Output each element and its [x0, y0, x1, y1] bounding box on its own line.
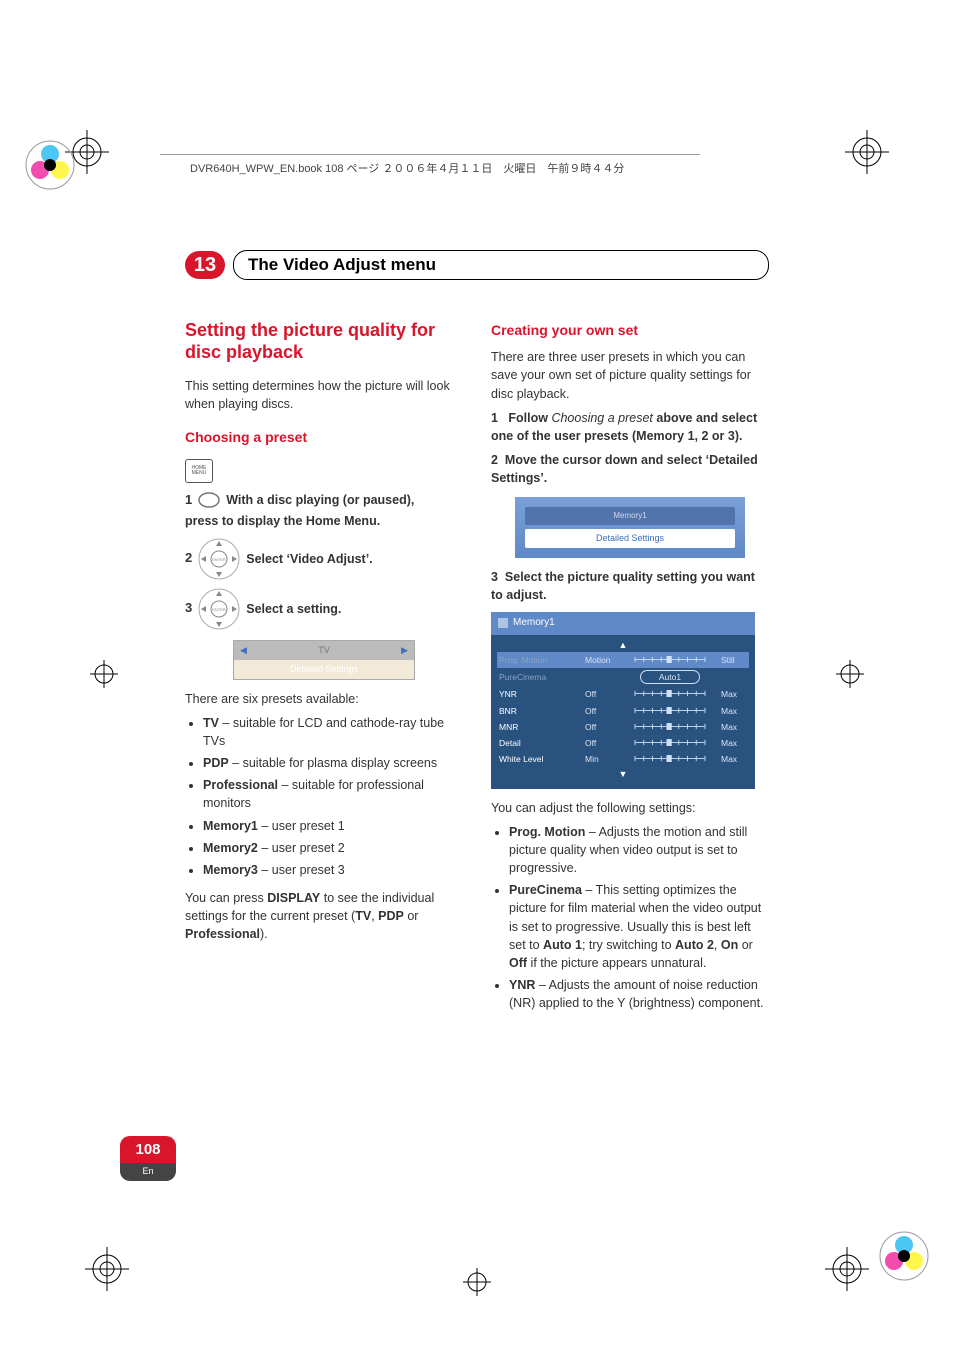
nav-enter-icon: ENTER — [198, 588, 240, 630]
list-item: YNR – Adjusts the amount of noise reduct… — [509, 976, 769, 1012]
registration-mark — [90, 660, 118, 688]
list-item: TV – suitable for LCD and cathode-ray tu… — [203, 714, 463, 750]
list-item: Memory1 – user preset 1 — [203, 817, 463, 835]
left-column: Setting the picture quality for disc pla… — [185, 320, 463, 1022]
registration-mark — [463, 1268, 491, 1296]
table-row: DetailOffMax — [497, 735, 749, 751]
ui-menu-item: Detailed Settings — [525, 529, 735, 548]
ui-menu-item: Detailed Settings — [234, 660, 414, 679]
nav-enter-icon: ENTER — [198, 538, 240, 580]
list-item: Prog. Motion – Adjusts the motion and st… — [509, 823, 769, 877]
body-text: You can press DISPLAY to see the individ… — [185, 889, 463, 943]
registration-mark — [85, 1247, 129, 1291]
step-number: 2 — [185, 549, 192, 568]
left-arrow-icon: ◀ — [234, 644, 253, 657]
step-text: Select ‘Video Adjust’. — [246, 550, 372, 568]
ui-detailed-settings: Memory1 ▲ Prog. MotionMotionStillPureCin… — [491, 612, 755, 789]
body-text: This setting determines how the picture … — [185, 377, 463, 413]
step-text: 1 Follow Choosing a preset above and sel… — [491, 409, 769, 445]
ui-title: Memory1 — [513, 616, 555, 631]
page-lang: En — [120, 1163, 176, 1181]
table-row: Prog. MotionMotionStill — [497, 652, 749, 668]
table-row: PureCinemaAuto1 — [497, 668, 749, 686]
up-arrow-icon: ▲ — [497, 639, 749, 652]
list-item: Memory2 – user preset 2 — [203, 839, 463, 857]
page-number-badge: 108 En — [120, 1136, 176, 1181]
print-header-text: DVR640H_WPW_EN.book 108 ページ ２００６年４月１１日 火… — [190, 163, 624, 175]
settings-icon — [497, 617, 509, 629]
registration-mark — [836, 660, 864, 688]
right-column: Creating your own set There are three us… — [491, 320, 769, 1022]
down-arrow-icon: ▼ — [497, 768, 749, 781]
svg-text:ENTER: ENTER — [212, 607, 226, 612]
page-number: 108 — [120, 1136, 176, 1163]
step-text: press to display the Home Menu. — [185, 512, 463, 530]
step-text: 2 Move the cursor down and select ‘Detai… — [491, 451, 769, 487]
body-text: You can adjust the following settings: — [491, 799, 769, 817]
ui-title: Memory1 — [525, 507, 735, 525]
chapter-title: The Video Adjust menu — [248, 255, 436, 275]
print-header-line: DVR640H_WPW_EN.book 108 ページ ２００６年４月１１日 火… — [190, 160, 624, 176]
step-number: 3 — [185, 599, 192, 618]
body-text: There are six presets available: — [185, 690, 463, 708]
cmyk-rosette — [879, 1231, 929, 1281]
list-item: PureCinema – This setting optimizes the … — [509, 881, 769, 972]
oval-button-icon — [198, 492, 220, 508]
home-menu-button-icon: HOME MENU — [185, 459, 213, 483]
ui-memory-box: Memory1 Detailed Settings — [515, 497, 745, 558]
subsection-heading: Creating your own set — [491, 320, 769, 340]
cmyk-rosette — [25, 140, 75, 190]
registration-mark — [825, 1247, 869, 1291]
table-row: MNROffMax — [497, 719, 749, 735]
list-item: Professional – suitable for professional… — [203, 776, 463, 812]
ui-preset-selector: ◀ TV ▶ Detailed Settings — [233, 640, 415, 680]
bullet-list: Prog. Motion – Adjusts the motion and st… — [491, 823, 769, 1012]
chapter-heading: 13 The Video Adjust menu — [185, 250, 769, 280]
table-row: White LevelMinMax — [497, 751, 749, 767]
registration-mark — [845, 130, 889, 174]
list-item: PDP – suitable for plasma display screen… — [203, 754, 463, 772]
chapter-number: 13 — [185, 251, 225, 279]
section-heading: Setting the picture quality for disc pla… — [185, 320, 463, 363]
step-text: With a disc playing (or paused), — [226, 491, 414, 509]
right-arrow-icon: ▶ — [395, 644, 414, 657]
step-number: 1 — [185, 491, 192, 510]
table-row: BNROffMax — [497, 703, 749, 719]
step-text: Select a setting. — [246, 600, 341, 618]
body-text: There are three user presets in which yo… — [491, 348, 769, 402]
list-item: Memory3 – user preset 3 — [203, 861, 463, 879]
table-row: YNROffMax — [497, 686, 749, 702]
bullet-list: TV – suitable for LCD and cathode-ray tu… — [185, 714, 463, 879]
svg-text:ENTER: ENTER — [212, 557, 226, 562]
ui-selected-value: TV — [253, 644, 395, 657]
step-text: 3 Select the picture quality setting you… — [491, 568, 769, 604]
subsection-heading: Choosing a preset — [185, 427, 463, 447]
